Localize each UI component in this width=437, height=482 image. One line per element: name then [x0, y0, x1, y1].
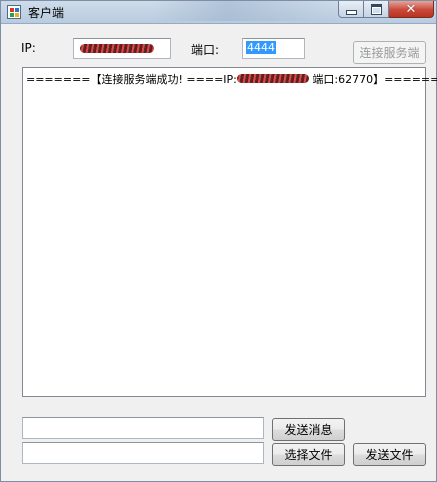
application-icon[interactable] — [7, 5, 21, 19]
send-message-button[interactable]: 发送消息 — [272, 418, 345, 441]
ip-label: IP: — [21, 41, 36, 55]
log-line: =======【连接服务端成功! ====IP: 端口:62770】======… — [26, 71, 437, 87]
log-ip-redacted — [236, 73, 309, 83]
ip-redaction-mark — [80, 44, 154, 53]
port-input[interactable]: 4444 — [242, 38, 305, 59]
client-window: 客户端 ✕ IP: 端口: 4444 连接服务端 =======【连接服务端成功… — [0, 0, 437, 482]
log-line-prefix: =======【连接服务端成功! ====IP: — [26, 73, 237, 86]
connect-server-button[interactable]: 连接服务端 — [353, 41, 426, 64]
minimize-icon — [345, 9, 357, 15]
window-title: 客户端 — [28, 6, 65, 20]
message-input[interactable] — [22, 417, 264, 439]
log-line-suffix: 端口:62770】======= — [308, 73, 437, 86]
maximize-icon — [370, 3, 382, 15]
send-file-button[interactable]: 发送文件 — [353, 443, 426, 466]
title-bar-glass — [151, 1, 341, 21]
port-value: 4444 — [246, 41, 276, 54]
minimize-button[interactable] — [338, 1, 364, 18]
close-icon: ✕ — [405, 1, 417, 17]
choose-file-button[interactable]: 选择文件 — [272, 443, 345, 466]
message-log[interactable]: =======【连接服务端成功! ====IP: 端口:62770】======… — [22, 67, 437, 397]
ip-input[interactable] — [73, 38, 171, 59]
file-path-input[interactable] — [22, 442, 264, 464]
close-button[interactable]: ✕ — [389, 1, 434, 18]
port-label: 端口: — [191, 43, 220, 57]
title-bar[interactable]: 客户端 ✕ — [1, 1, 436, 24]
maximize-button[interactable] — [364, 1, 389, 18]
